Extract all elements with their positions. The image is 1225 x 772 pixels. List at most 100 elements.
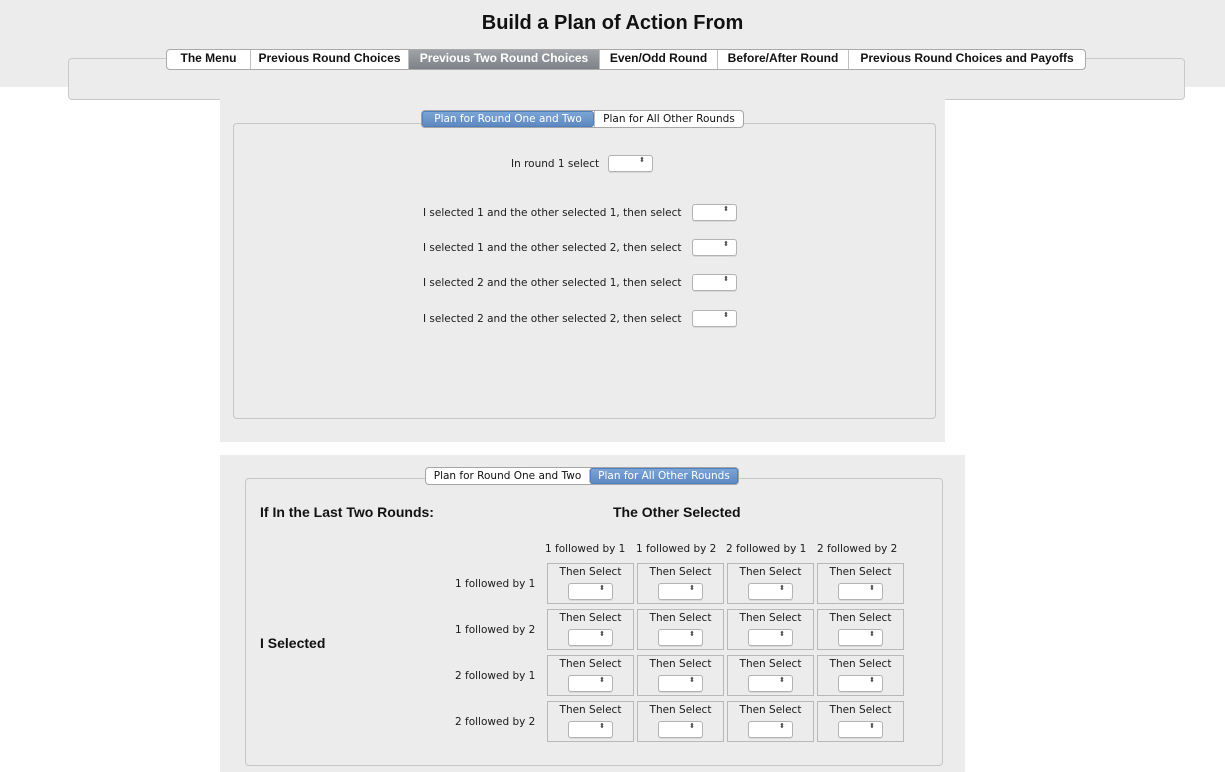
- select-arrows-icon: ⬍: [689, 584, 695, 592]
- round1-select-label: In round 1 select: [511, 158, 600, 170]
- cell-select[interactable]: ⬍: [658, 629, 703, 646]
- column-header: 2 followed by 2: [817, 543, 898, 555]
- tab-plan-all-other-rounds[interactable]: Plan for All Other Rounds: [594, 111, 743, 127]
- cell-select[interactable]: ⬍: [838, 721, 883, 738]
- column-header: 1 followed by 2: [636, 543, 717, 555]
- tab-plan-round-one-two[interactable]: Plan for Round One and Two: [422, 111, 594, 127]
- cell-select[interactable]: ⬍: [568, 721, 613, 738]
- cell-select[interactable]: ⬍: [658, 721, 703, 738]
- plan-segmented-control-2: Plan for Round One and Two Plan for All …: [425, 467, 739, 485]
- select-arrows-icon: ⬍: [599, 676, 605, 684]
- column-header: 1 followed by 1: [545, 543, 626, 555]
- cell-select[interactable]: ⬍: [838, 675, 883, 692]
- select-arrows-icon: ⬍: [599, 722, 605, 730]
- select-arrows-icon: ⬍: [599, 584, 605, 592]
- plan-segmented-control: Plan for Round One and Two Plan for All …: [421, 110, 744, 128]
- row-label-1-1: I selected 1 and the other selected 1, t…: [423, 207, 682, 219]
- select-arrows-icon: ⬍: [779, 630, 785, 638]
- row-header: 1 followed by 2: [455, 624, 536, 636]
- tab-previous-round-choices-and-payoffs[interactable]: Previous Round Choices and Payoffs: [849, 50, 1085, 69]
- select-1-1[interactable]: ⬍: [692, 204, 737, 221]
- round1-select[interactable]: ⬍: [608, 155, 653, 172]
- round-one-two-panel: Plan for Round One and Two Plan for All …: [220, 97, 945, 442]
- cell-label: Then Select: [739, 704, 802, 716]
- cell-select[interactable]: ⬍: [748, 721, 793, 738]
- matrix-cell: Then Select ⬍: [637, 655, 724, 696]
- cell-label: Then Select: [829, 566, 892, 578]
- cell-label: Then Select: [739, 566, 802, 578]
- select-arrows-icon: ⬍: [779, 676, 785, 684]
- top-tab-bar: The Menu Previous Round Choices Previous…: [166, 49, 1086, 70]
- column-header: 2 followed by 1: [726, 543, 807, 555]
- matrix-cell: Then Select ⬍: [547, 655, 634, 696]
- select-arrows-icon: ⬍: [689, 722, 695, 730]
- select-arrows-icon: ⬍: [723, 205, 729, 213]
- select-arrows-icon: ⬍: [689, 676, 695, 684]
- select-arrows-icon: ⬍: [779, 584, 785, 592]
- tab-previous-round-choices[interactable]: Previous Round Choices: [251, 50, 409, 69]
- select-arrows-icon: ⬍: [869, 584, 875, 592]
- select-arrows-icon: ⬍: [723, 311, 729, 319]
- matrix-cell: Then Select ⬍: [817, 701, 904, 742]
- select-2-2[interactable]: ⬍: [692, 310, 737, 327]
- row-label-2-2: I selected 2 and the other selected 2, t…: [423, 313, 682, 325]
- cell-select[interactable]: ⬍: [838, 583, 883, 600]
- select-2-1[interactable]: ⬍: [692, 274, 737, 291]
- cell-select[interactable]: ⬍: [658, 675, 703, 692]
- select-arrows-icon: ⬍: [869, 630, 875, 638]
- matrix-cell: Then Select ⬍: [817, 609, 904, 650]
- tab-even-odd-round[interactable]: Even/Odd Round: [600, 50, 718, 69]
- tab-before-after-round[interactable]: Before/After Round: [718, 50, 849, 69]
- cell-label: Then Select: [559, 704, 622, 716]
- matrix-cell: Then Select ⬍: [637, 609, 724, 650]
- cell-label: Then Select: [559, 612, 622, 624]
- row-header: 2 followed by 1: [455, 670, 536, 682]
- matrix-cell: Then Select ⬍: [547, 701, 634, 742]
- tab-plan-all-other-rounds[interactable]: Plan for All Other Rounds: [589, 468, 738, 484]
- cell-label: Then Select: [829, 658, 892, 670]
- select-arrows-icon: ⬍: [869, 722, 875, 730]
- select-arrows-icon: ⬍: [723, 240, 729, 248]
- cell-select[interactable]: ⬍: [838, 629, 883, 646]
- select-arrows-icon: ⬍: [599, 630, 605, 638]
- top-header: Build a Plan of Action From The Menu Pre…: [0, 0, 1225, 100]
- all-other-rounds-panel: Plan for Round One and Two Plan for All …: [220, 455, 965, 772]
- cell-select[interactable]: ⬍: [748, 583, 793, 600]
- cell-select[interactable]: ⬍: [748, 675, 793, 692]
- cell-select[interactable]: ⬍: [568, 583, 613, 600]
- cell-label: Then Select: [649, 612, 712, 624]
- matrix-cell: Then Select ⬍: [727, 701, 814, 742]
- row-header: 2 followed by 2: [455, 716, 536, 728]
- tab-previous-two-round-choices[interactable]: Previous Two Round Choices: [409, 50, 600, 69]
- matrix-cell: Then Select ⬍: [547, 609, 634, 650]
- cell-select[interactable]: ⬍: [568, 629, 613, 646]
- cell-label: Then Select: [829, 704, 892, 716]
- matrix-cell: Then Select ⬍: [547, 563, 634, 604]
- row-header: 1 followed by 1: [455, 578, 536, 590]
- cell-label: Then Select: [739, 612, 802, 624]
- select-arrows-icon: ⬍: [689, 630, 695, 638]
- select-arrows-icon: ⬍: [779, 722, 785, 730]
- tab-plan-round-one-two[interactable]: Plan for Round One and Two: [426, 468, 589, 484]
- last-two-rounds-heading: If In the Last Two Rounds:: [260, 504, 434, 520]
- row-label-2-1: I selected 2 and the other selected 1, t…: [423, 277, 682, 289]
- matrix-cell: Then Select ⬍: [727, 655, 814, 696]
- i-selected-heading: I Selected: [260, 635, 326, 651]
- row-label-1-2: I selected 1 and the other selected 2, t…: [423, 242, 682, 254]
- select-arrows-icon: ⬍: [723, 275, 729, 283]
- cell-label: Then Select: [649, 566, 712, 578]
- matrix-cell: Then Select ⬍: [727, 563, 814, 604]
- cell-select[interactable]: ⬍: [568, 675, 613, 692]
- select-1-2[interactable]: ⬍: [692, 239, 737, 256]
- matrix-cell: Then Select ⬍: [727, 609, 814, 650]
- matrix-cell: Then Select ⬍: [637, 563, 724, 604]
- select-arrows-icon: ⬍: [869, 676, 875, 684]
- tab-the-menu[interactable]: The Menu: [167, 50, 251, 69]
- select-arrows-icon: ⬍: [639, 156, 645, 164]
- cell-label: Then Select: [649, 658, 712, 670]
- cell-select[interactable]: ⬍: [658, 583, 703, 600]
- cell-select[interactable]: ⬍: [748, 629, 793, 646]
- cell-label: Then Select: [649, 704, 712, 716]
- matrix-cell: Then Select ⬍: [817, 655, 904, 696]
- matrix-cell: Then Select ⬍: [637, 701, 724, 742]
